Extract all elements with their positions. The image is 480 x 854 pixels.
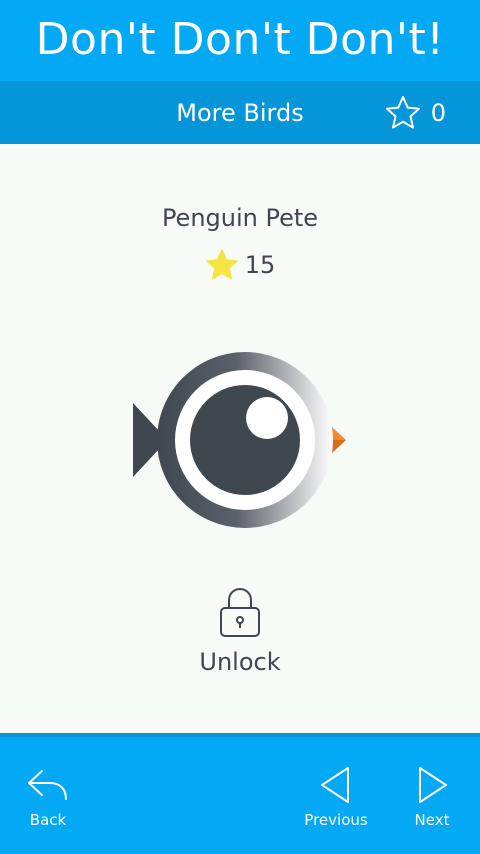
bird-cost-value: 15 bbox=[244, 251, 276, 279]
triangle-left-icon bbox=[321, 767, 349, 803]
back-label: Back bbox=[29, 811, 67, 829]
unlock-button[interactable]: Unlock bbox=[0, 586, 480, 676]
app-title: Don't Don't Don't! bbox=[35, 14, 445, 65]
star-count: 0 bbox=[430, 98, 446, 127]
bird-cost: 15 bbox=[0, 248, 480, 282]
triangle-right-icon bbox=[419, 767, 447, 803]
total-stars: 0 bbox=[385, 81, 446, 144]
next-button[interactable]: Next bbox=[408, 765, 456, 829]
bottom-nav-bar: Back Previous Next bbox=[0, 733, 480, 854]
previous-button[interactable]: Previous bbox=[300, 765, 372, 829]
reply-arrow-icon bbox=[28, 770, 67, 800]
unlock-label: Unlock bbox=[199, 648, 281, 676]
lock-icon bbox=[220, 588, 260, 637]
star-filled-icon bbox=[205, 249, 238, 280]
back-button[interactable]: Back bbox=[24, 765, 72, 829]
title-bar: Don't Don't Don't! bbox=[0, 0, 480, 81]
next-label: Next bbox=[414, 811, 450, 829]
star-outline-icon bbox=[385, 95, 420, 129]
previous-label: Previous bbox=[304, 811, 368, 829]
penguin-bird-image bbox=[133, 352, 346, 528]
bird-name: Penguin Pete bbox=[161, 204, 319, 232]
section-header: More Birds 0 bbox=[0, 81, 480, 144]
